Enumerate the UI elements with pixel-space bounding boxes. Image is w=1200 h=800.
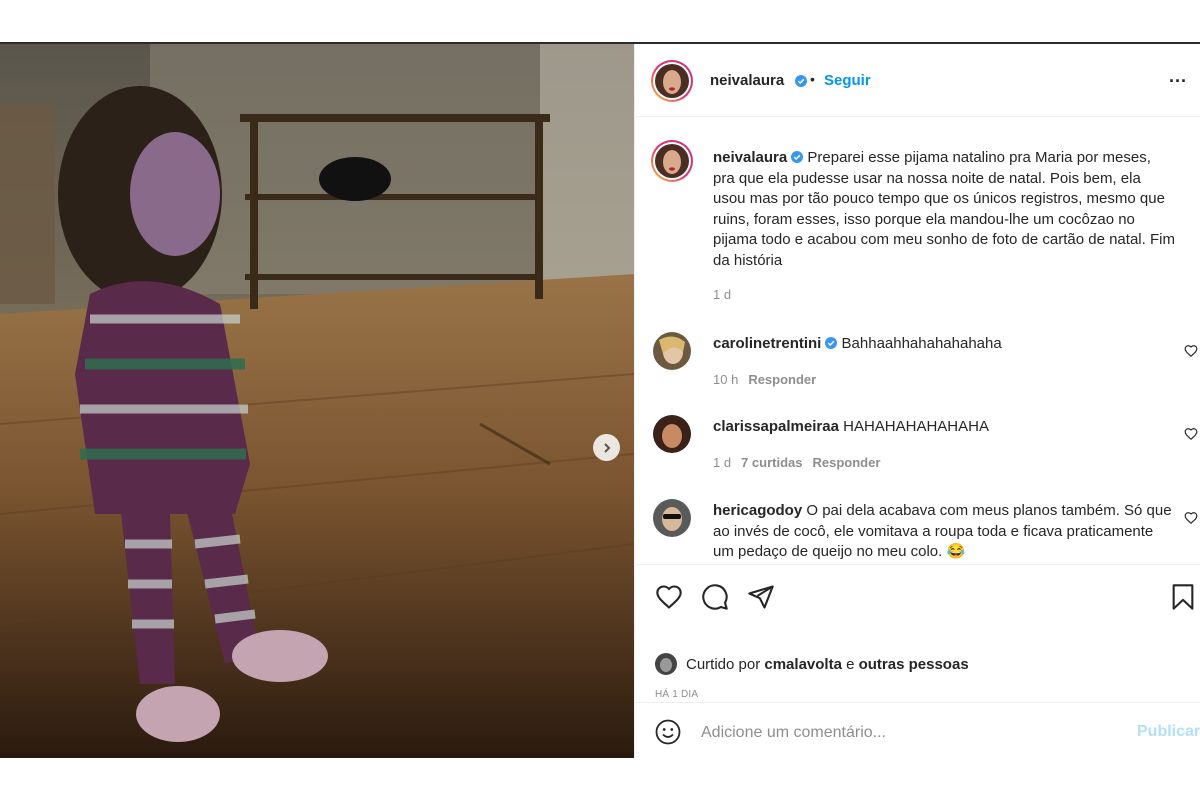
heart-icon[interactable] [1184,511,1198,525]
chevron-right-icon [603,442,610,453]
author-username[interactable]: neivalaura [710,72,784,89]
likes-conjunction: e [846,655,855,673]
likes-others[interactable]: outras pessoas [859,656,969,673]
comment-body: HAHAHAHAHAHAHA [843,418,989,435]
verified-badge-icon [791,151,804,163]
comment-composer: Publicar [635,702,1200,760]
caption-username[interactable]: neivalaura [713,149,787,166]
heart-icon[interactable] [1184,344,1198,358]
caption-text: neivalaura Preparei esse pijama natalino… [713,148,1175,271]
bookmark-icon[interactable] [1169,583,1197,611]
header-separator: • [810,71,815,87]
post-header: neivalaura • Seguir ... [635,44,1200,117]
share-icon[interactable] [747,583,775,611]
commenter-avatar[interactable] [653,332,691,370]
verified-badge-icon [825,337,838,349]
comment-username[interactable]: clarissapalmeiraa [713,418,839,435]
post-date[interactable]: HÁ 1 DIA [655,689,698,700]
liker-avatar[interactable] [655,653,677,675]
comment-meta: 10 h Responder [713,372,816,387]
reply-button[interactable]: Responder [813,455,881,470]
comment-text: hericagodoy O pai dela acabava com meus … [713,501,1175,563]
verified-badge-icon [795,75,807,87]
carousel-next-button[interactable] [593,434,620,461]
comment-text: carolinetrentini Bahhaahhahahahahaha [713,334,1175,355]
caption-time[interactable]: 1 d [713,287,731,302]
reply-button[interactable]: Responder [748,372,816,387]
likes-prefix: Curtido por [686,655,761,673]
comment-icon[interactable] [701,583,729,611]
comment-time[interactable]: 10 h [713,372,738,387]
likes-summary: Curtido por cmalavolta e outras pessoas [655,653,969,675]
post-actions: Curtido por cmalavolta e outras pessoas … [635,564,1200,759]
heart-icon[interactable] [1184,427,1198,441]
author-avatar[interactable] [651,60,693,102]
comment-username[interactable]: hericagodoy [713,502,802,519]
caption-avatar[interactable] [651,140,693,182]
comment-input[interactable] [699,719,1103,747]
commenter-avatar[interactable] [653,499,691,537]
caption-body: Preparei esse pijama natalino pra Maria … [713,149,1175,269]
comment-text: clarissapalmeiraa HAHAHAHAHAHAHA [713,417,1175,438]
publish-button[interactable]: Publicar [1137,723,1200,741]
emoji-icon[interactable] [655,719,681,745]
comment-likes[interactable]: 7 curtidas [741,455,802,470]
comment-username[interactable]: carolinetrentini [713,335,821,352]
heart-icon[interactable] [655,583,683,611]
comment-meta: 1 d 7 curtidas Responder [713,455,880,470]
more-options-button[interactable]: ... [1169,66,1187,87]
post-side-panel: neivalaura • Seguir ... neivalaura Prepa… [634,44,1200,758]
comment-body: Bahhaahhahahahahaha [841,335,1002,352]
comment-time[interactable]: 1 d [713,455,731,470]
comments-list: neivalaura Preparei esse pijama natalino… [635,117,1200,564]
post-photo [0,44,634,758]
commenter-avatar[interactable] [653,415,691,453]
liker-username[interactable]: cmalavolta [764,656,842,673]
follow-button[interactable]: Seguir [824,72,871,89]
